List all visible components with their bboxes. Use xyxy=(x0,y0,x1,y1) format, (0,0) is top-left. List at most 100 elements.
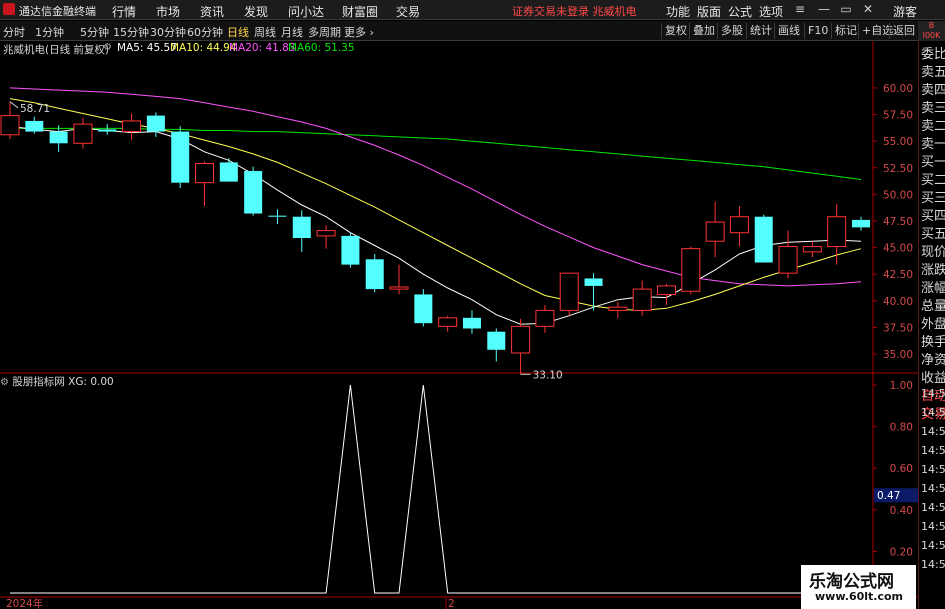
period-tab-intraday[interactable]: 分时 xyxy=(3,24,25,40)
button-multi-stock[interactable]: 多股 xyxy=(717,23,743,39)
indicator-value: XG: 0.00 xyxy=(68,376,114,388)
candle-body-up xyxy=(511,325,531,354)
candle-body-up xyxy=(0,115,20,136)
quote-panel-item: 14:56 xyxy=(921,444,945,457)
period-tab-30min[interactable]: 30分钟 xyxy=(150,24,186,40)
ind-tick-label: 0.20 xyxy=(890,546,913,558)
candle-body-up xyxy=(802,246,822,253)
ind-tick-label: 1.00 xyxy=(890,380,913,392)
quote-panel-item: 14:56 xyxy=(921,482,945,495)
button-f10[interactable]: F10 xyxy=(804,23,828,39)
candle-body-down xyxy=(219,162,238,182)
menu-ask[interactable]: 问小达 xyxy=(288,3,324,20)
button-add-watchlist[interactable]: +自选 xyxy=(858,23,893,39)
menu-formula[interactable]: 公式 xyxy=(728,3,752,20)
quote-panel-item: 收益 xyxy=(921,371,945,386)
quote-panel-item: 卖一 xyxy=(921,137,945,152)
menu-quotes[interactable]: 行情 xyxy=(112,3,136,20)
login-notice[interactable]: 证券交易未登录 兆威机电 xyxy=(512,3,637,19)
menu-market[interactable]: 市场 xyxy=(156,3,180,20)
candle-body-down xyxy=(98,129,117,132)
candle-body-down xyxy=(268,215,287,217)
period-tab-daily[interactable]: 日线 xyxy=(227,24,249,40)
indicator-name[interactable]: 股朋指标网 xyxy=(12,376,65,388)
candle-body-up xyxy=(681,248,701,292)
user-label[interactable]: 游客 xyxy=(893,3,917,20)
candle-body-down xyxy=(365,259,384,290)
minimize-icon[interactable]: — xyxy=(816,2,832,17)
button-draw[interactable]: 画线 xyxy=(774,23,800,39)
chevron-right-icon: › xyxy=(369,26,374,39)
app-title: 通达信金融终端 xyxy=(19,5,96,18)
period-tab-60min[interactable]: 60分钟 xyxy=(187,24,223,40)
price-tick-label: 40.00 xyxy=(883,296,913,308)
candle-body-up xyxy=(195,163,215,184)
quote-panel-item: 14:56 xyxy=(921,387,945,400)
button-back[interactable]: 返回 xyxy=(889,23,915,39)
period-tab-15min[interactable]: 15分钟 xyxy=(113,24,149,40)
period-tab-multi[interactable]: 多周期 xyxy=(308,24,341,40)
restore-icon[interactable]: ▭ xyxy=(838,2,854,17)
quote-panel-item: 卖四 xyxy=(921,83,945,98)
quote-panel-item: 买四 xyxy=(921,209,945,224)
quote-panel-item: 卖二 xyxy=(921,119,945,134)
candle-body-up xyxy=(73,123,93,144)
menu-bar: 通达信金融终端 行情 市场 资讯 发现 问小达 财富圈 交易 证券交易未登录 兆… xyxy=(0,0,945,20)
quote-panel-item: 涨跌 xyxy=(921,263,945,278)
button-overlay[interactable]: 叠加 xyxy=(689,23,715,39)
candle-body-up xyxy=(535,309,555,327)
stock-title[interactable]: 兆威机电(日线 前复权) xyxy=(3,42,109,57)
axes: 60.00 57.50 55.00 52.50 50.00 47.50 45.00 42.50… xyxy=(6,83,918,609)
ma5-value: MA5: 45.57 xyxy=(117,42,177,54)
period-tab-1min[interactable]: 1分钟 xyxy=(35,24,64,40)
period-tab-more[interactable]: 更多 › xyxy=(344,24,374,40)
indicator-gear-icon[interactable]: ⚙ xyxy=(0,377,9,388)
price-tick-label: 50.00 xyxy=(883,189,913,201)
quote-panel-item: 14:56 xyxy=(921,520,945,533)
candle-body-up xyxy=(559,272,579,311)
menu-wealth[interactable]: 财富圈 xyxy=(342,3,378,20)
candle-body-down xyxy=(292,216,311,239)
date-label: 2 xyxy=(448,598,455,609)
menu-trade[interactable]: 交易 xyxy=(396,3,420,20)
watermark: 乐淘公式网 www.60lt.com xyxy=(801,565,916,609)
candle-body-down xyxy=(584,278,603,286)
candle-body-up xyxy=(389,286,409,290)
quote-panel-item: 14:56 xyxy=(921,425,945,438)
low-label: 33.10 xyxy=(533,369,563,381)
indicator-lines xyxy=(10,384,861,594)
ma10-value: MA10: 44.94 xyxy=(170,42,237,54)
menu-news[interactable]: 资讯 xyxy=(200,3,224,20)
candle-body-up xyxy=(656,285,676,295)
candle-body-down xyxy=(171,131,190,183)
quote-panel-item: 总量 xyxy=(921,299,945,314)
menu-layout[interactable]: 版面 xyxy=(697,3,721,20)
settings-gear-icon[interactable]: ⚙ xyxy=(103,42,112,53)
quote-panel-item: 14:56 xyxy=(921,501,945,514)
button-adjust[interactable]: 复权 xyxy=(661,23,687,39)
candle-body-down xyxy=(754,216,773,263)
period-tab-5min[interactable]: 5分钟 xyxy=(80,24,109,40)
period-tab-monthly[interactable]: 月线 xyxy=(281,24,303,40)
app-logo-icon xyxy=(3,3,15,15)
menu-icon[interactable]: ≡ xyxy=(792,2,808,17)
period-toolbar: 分时 1分钟 5分钟 15分钟 30分钟 60分钟 日线 周线 月线 多周期 更… xyxy=(0,21,945,41)
candle-body-down xyxy=(852,219,870,228)
button-stats[interactable]: 统计 xyxy=(746,23,772,39)
candle-body-up xyxy=(705,221,725,242)
quote-panel-item: 委比 xyxy=(921,47,945,62)
price-tick-label: 35.00 xyxy=(883,349,913,361)
quote-panel-item: 换手 xyxy=(921,335,945,350)
menu-options[interactable]: 选项 xyxy=(759,3,783,20)
close-icon[interactable]: ✕ xyxy=(860,2,876,17)
candle-body-up xyxy=(632,288,652,311)
price-tick-label: 57.50 xyxy=(883,110,913,122)
button-mark[interactable]: 标记 xyxy=(831,23,857,39)
menu-discover[interactable]: 发现 xyxy=(244,3,268,20)
menu-function[interactable]: 功能 xyxy=(666,3,690,20)
candle-body-up xyxy=(778,246,798,274)
quote-panel-item: 14:56 xyxy=(921,539,945,552)
kline-chart[interactable]: 60.00 57.50 55.00 52.50 50.00 47.50 45.00 42.50… xyxy=(0,41,945,609)
period-tab-weekly[interactable]: 周线 xyxy=(254,24,276,40)
quote-panel-item: 外盘 xyxy=(921,317,945,332)
